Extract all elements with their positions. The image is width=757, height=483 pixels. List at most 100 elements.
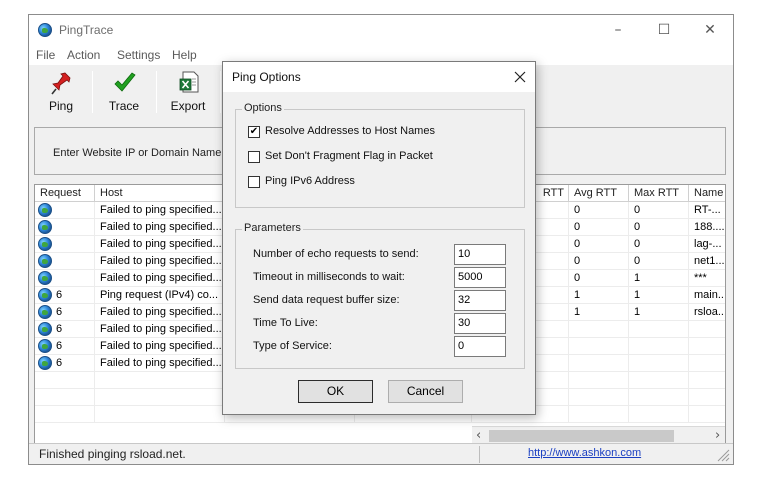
menu-help[interactable]: Help <box>172 48 197 62</box>
option-label-2[interactable]: Ping IPv6 Address <box>265 175 355 187</box>
table-cell <box>569 372 629 389</box>
parameter-field-0[interactable]: 10 <box>454 244 506 265</box>
menu-file[interactable]: File <box>36 48 55 62</box>
close-button[interactable]: ✕ <box>687 15 733 45</box>
close-icon[interactable] <box>514 71 526 83</box>
column-header-request[interactable]: Request <box>35 185 95 202</box>
host-cell: Failed to ping specified... <box>95 236 225 253</box>
table-cell <box>95 406 225 423</box>
name-cell <box>689 338 725 355</box>
dialog-title-bar[interactable]: Ping Options <box>223 62 535 92</box>
scroll-right-icon[interactable]: › <box>715 428 720 443</box>
request-cell <box>35 270 95 287</box>
ping-options-dialog: Ping Options Options ✔ Resolve Addresses … <box>222 61 536 415</box>
export-button-label: Export <box>170 99 206 113</box>
row-globe-icon <box>38 356 52 370</box>
trace-button[interactable]: Trace <box>92 69 156 115</box>
max-rtt-cell: 1 <box>629 270 689 287</box>
max-rtt-cell: 0 <box>629 219 689 236</box>
option-checkbox-0[interactable]: ✔ <box>248 126 260 138</box>
request-count: 6 <box>56 306 63 318</box>
table-cell <box>689 389 725 406</box>
title-bar[interactable]: PingTrace – ☐ ✕ <box>29 15 733 45</box>
trace-button-label: Trace <box>108 99 140 113</box>
parameter-field-4[interactable]: 0 <box>454 336 506 357</box>
request-cell: 6 <box>35 304 95 321</box>
name-cell: main... <box>689 287 725 304</box>
request-cell: 6 <box>35 321 95 338</box>
status-divider <box>479 446 480 463</box>
row-globe-icon <box>38 288 52 302</box>
max-rtt-cell: 0 <box>629 253 689 270</box>
maximize-button[interactable]: ☐ <box>641 15 687 45</box>
request-count: 6 <box>56 289 63 301</box>
name-cell: rsloa... <box>689 304 725 321</box>
avg-rtt-cell <box>569 338 629 355</box>
request-cell <box>35 219 95 236</box>
option-checkbox-2[interactable] <box>248 176 260 188</box>
toolbar-divider <box>220 71 221 113</box>
options-group: Options ✔ Resolve Addresses to Host Names… <box>235 102 525 208</box>
row-globe-icon <box>38 220 52 234</box>
host-cell: Failed to ping specified... <box>95 253 225 270</box>
status-bar: Finished pinging rsload.net. http://www.… <box>29 443 733 464</box>
request-cell: 6 <box>35 338 95 355</box>
parameter-label-3: Time To Live: <box>253 317 318 329</box>
request-count: 6 <box>56 340 63 352</box>
max-rtt-cell <box>629 338 689 355</box>
table-cell <box>569 389 629 406</box>
excel-export-icon <box>179 71 199 93</box>
option-label-1[interactable]: Set Don't Fragment Flag in Packet <box>265 150 433 162</box>
max-rtt-cell: 0 <box>629 236 689 253</box>
request-count: 6 <box>56 357 63 369</box>
row-globe-icon <box>38 237 52 251</box>
website-link[interactable]: http://www.ashkon.com <box>528 447 641 459</box>
scroll-left-icon[interactable]: ‹ <box>476 428 481 443</box>
ping-button[interactable]: Ping <box>29 69 93 115</box>
avg-rtt-cell: 0 <box>569 270 629 287</box>
host-cell: Failed to ping specified... <box>95 270 225 287</box>
avg-rtt-cell: 1 <box>569 287 629 304</box>
ok-button[interactable]: OK <box>298 380 373 403</box>
row-globe-icon <box>38 305 52 319</box>
table-cell <box>35 406 95 423</box>
menu-settings[interactable]: Settings <box>117 48 160 62</box>
export-button[interactable]: Export <box>156 69 220 115</box>
column-header-max-rtt[interactable]: Max RTT <box>629 185 689 202</box>
checkmark-icon <box>114 72 136 92</box>
parameter-field-1[interactable]: 5000 <box>454 267 506 288</box>
column-header-name[interactable]: Name <box>689 185 725 202</box>
app-title: PingTrace <box>59 23 114 37</box>
parameters-group-title: Parameters <box>242 222 303 234</box>
scrollbar-thumb[interactable] <box>489 430 674 442</box>
request-cell <box>35 202 95 219</box>
host-cell: Failed to ping specified... <box>95 202 225 219</box>
minimize-button[interactable]: – <box>595 15 641 45</box>
option-label-0[interactable]: Resolve Addresses to Host Names <box>265 125 435 137</box>
cancel-button[interactable]: Cancel <box>388 380 463 403</box>
host-cell: Failed to ping specified... <box>95 355 225 372</box>
avg-rtt-cell: 0 <box>569 219 629 236</box>
table-cell <box>95 372 225 389</box>
horizontal-scrollbar[interactable]: ‹ › <box>472 426 725 443</box>
option-checkbox-1[interactable] <box>248 151 260 163</box>
parameter-field-3[interactable]: 30 <box>454 313 506 334</box>
column-header-host[interactable]: Host <box>95 185 225 202</box>
request-count: 6 <box>56 323 63 335</box>
max-rtt-cell: 1 <box>629 287 689 304</box>
resize-grip-icon[interactable] <box>717 449 730 462</box>
parameter-label-2: Send data request buffer size: <box>253 294 400 306</box>
table-cell <box>689 372 725 389</box>
name-cell: *** <box>689 270 725 287</box>
row-globe-icon <box>38 203 52 217</box>
menu-action[interactable]: Action <box>67 48 100 62</box>
host-cell: Ping request (IPv4) co... <box>95 287 225 304</box>
request-cell: 6 <box>35 355 95 372</box>
parameter-field-2[interactable]: 32 <box>454 290 506 311</box>
table-cell <box>35 389 95 406</box>
column-header-avg-rtt[interactable]: Avg RTT <box>569 185 629 202</box>
max-rtt-cell <box>629 321 689 338</box>
table-cell <box>629 372 689 389</box>
avg-rtt-cell: 0 <box>569 202 629 219</box>
status-text: Finished pinging rsload.net. <box>39 447 186 461</box>
